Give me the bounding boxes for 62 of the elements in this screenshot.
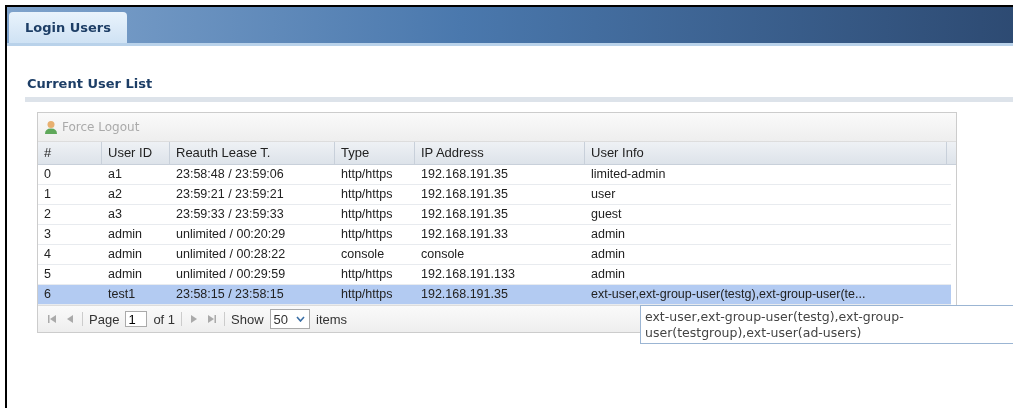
- table-cell-text: admin: [590, 266, 627, 283]
- page-field[interactable]: 1: [125, 311, 148, 327]
- table-cell-text: http/https: [340, 186, 394, 203]
- table-cell-text: admin: [107, 266, 144, 283]
- first-page-icon[interactable]: [46, 313, 58, 325]
- table-cell-text: 3: [43, 226, 52, 243]
- table-cell-text: http/https: [340, 266, 394, 283]
- section-title: Current User List: [27, 76, 154, 91]
- table-cell-text: 1: [43, 186, 52, 203]
- table-cell-text: console: [340, 246, 386, 263]
- show-label: Show: [231, 311, 264, 327]
- column-header[interactable]: User Info: [585, 142, 947, 164]
- table-cell-text: 192.168.191.35: [420, 286, 509, 303]
- table-cell-text: 23:58:48 / 23:59:06: [175, 166, 285, 183]
- table-cell-text: limited-admin: [590, 166, 667, 183]
- table-cell-text: 192.168.191.35: [420, 166, 509, 183]
- column-header[interactable]: User ID: [102, 142, 170, 164]
- items-label: items: [316, 311, 348, 327]
- table-cell-text: a3: [107, 206, 123, 223]
- table-cell-text: http/https: [340, 226, 394, 243]
- column-header[interactable]: Type: [335, 142, 415, 164]
- table-cell-text: 192.168.191.33: [420, 226, 509, 243]
- table-cell-text: admin: [590, 226, 627, 243]
- user-icon: [44, 119, 59, 135]
- table-cell-text: unlimited / 00:20:29: [175, 226, 287, 243]
- table-cell-text: 23:58:15 / 23:58:15: [175, 286, 285, 303]
- table-cell-text: 192.168.191.35: [420, 186, 509, 203]
- table-cell-text: 0: [43, 166, 52, 183]
- table-cell-text: unlimited / 00:29:59: [175, 266, 287, 283]
- caret-icon: [296, 316, 306, 322]
- last-page-icon[interactable]: [206, 313, 219, 325]
- table-cell-text: 23:59:21 / 23:59:21: [175, 186, 285, 203]
- table-cell-text: 192.168.191.35: [420, 206, 509, 223]
- table-cell-text: admin: [107, 226, 144, 243]
- table-cell-text: user: [590, 186, 617, 203]
- table-cell-text: 5: [43, 266, 52, 283]
- table-cell-text: http/https: [340, 206, 394, 223]
- table-row[interactable]: 6 test1 23:58:15 / 23:58:15 http/https 192.168.191.35 ext-user,ext-group-user(testg),ext-group-user(te...: [38, 285, 951, 305]
- table-cell-text: a1: [107, 166, 123, 183]
- table-cell-text: http/https: [340, 286, 394, 303]
- column-header[interactable]: Reauth Lease T.: [170, 142, 335, 164]
- table-cell-text: ext-user,ext-group-user(testg),ext-group-user(te...: [590, 286, 867, 303]
- page-count: of 1: [153, 311, 176, 327]
- page-size-select[interactable]: 50: [269, 309, 311, 329]
- table-cell-text: http/https: [340, 166, 394, 183]
- page-label: Page: [89, 311, 120, 327]
- table-cell-text: guest: [590, 206, 623, 223]
- table-cell-text: 23:59:33 / 23:59:33: [175, 206, 285, 223]
- table-cell-text: admin: [590, 246, 627, 263]
- table-cell-text: admin: [107, 246, 144, 263]
- table-cell-text: 2: [43, 206, 52, 223]
- table-cell-text: a2: [107, 186, 123, 203]
- table-cell-text: 192.168.191.133: [420, 266, 516, 283]
- tooltip: ext-user,ext-group-user(testg),ext-group-user(testgroup),ext-user(ad-users): [640, 305, 1013, 345]
- table-cell-text: unlimited / 00:28:22: [175, 246, 287, 263]
- column-header[interactable]: #: [38, 142, 102, 164]
- table-cell-text: 6: [43, 286, 52, 303]
- tab[interactable]: Login Users: [9, 12, 128, 43]
- table-cell-text: 4: [43, 246, 52, 263]
- table-cell-text: console: [420, 246, 466, 263]
- column-header[interactable]: IP Address: [415, 142, 585, 164]
- table-cell-text: test1: [107, 286, 137, 303]
